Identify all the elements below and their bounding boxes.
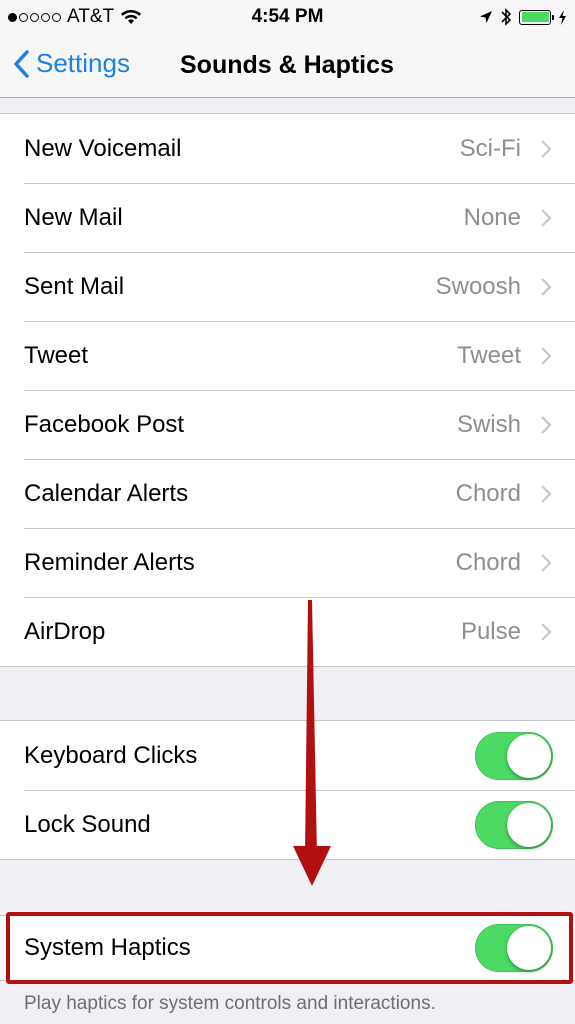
haptics-footnote: Play haptics for system controls and int… (24, 993, 436, 1014)
chevron-right-icon (541, 484, 552, 503)
row-label: Tweet (24, 341, 89, 369)
row-label: Reminder Alerts (24, 548, 195, 576)
row-label: Keyboard Clicks (24, 741, 198, 769)
back-label: Settings (36, 48, 130, 78)
row-value: Tweet (456, 341, 521, 369)
chevron-left-icon (14, 49, 29, 78)
battery-icon (519, 9, 554, 25)
row-label: New Mail (24, 203, 123, 231)
bluetooth-icon (501, 8, 512, 26)
charging-icon (559, 9, 566, 25)
sound-row-new-voicemail[interactable]: New Voicemail Sci-Fi (0, 114, 575, 183)
chevron-right-icon (541, 415, 552, 434)
chevron-right-icon (541, 208, 552, 227)
location-icon (480, 11, 492, 23)
chevron-right-icon (541, 139, 552, 158)
row-label: Calendar Alerts (24, 479, 189, 507)
keyboard-clicks-toggle[interactable] (475, 731, 553, 780)
sound-row-new-mail[interactable]: New Mail None (0, 183, 575, 252)
lock-sound-toggle[interactable] (475, 800, 553, 849)
row-label: Facebook Post (24, 410, 185, 438)
row-value: Sci-Fi (459, 134, 521, 162)
row-label: AirDrop (24, 617, 106, 645)
chevron-right-icon (541, 277, 552, 296)
system-haptics-row: System Haptics (0, 916, 575, 980)
row-value: None (463, 203, 521, 231)
chevron-right-icon (541, 622, 552, 641)
navigation-bar: Settings Sounds & Haptics (0, 36, 575, 98)
sound-row-reminder-alerts[interactable]: Reminder Alerts Chord (0, 528, 575, 597)
row-value: Chord (455, 548, 521, 576)
keyboard-clicks-row: Keyboard Clicks (0, 721, 575, 790)
row-value: Swoosh (435, 272, 521, 300)
row-label: Lock Sound (24, 810, 151, 838)
page-title: Sounds & Haptics (180, 51, 394, 79)
chevron-right-icon (541, 346, 552, 365)
row-value: Pulse (460, 617, 521, 645)
row-value: Swish (456, 410, 521, 438)
row-label: Sent Mail (24, 272, 125, 300)
row-label: System Haptics (24, 934, 191, 961)
sound-row-airdrop[interactable]: AirDrop Pulse (0, 597, 575, 666)
row-value: Chord (455, 479, 521, 507)
sounds-list: New Voicemail Sci-Fi New Mail None Sent … (0, 113, 575, 667)
lock-sound-row: Lock Sound (0, 790, 575, 859)
row-label: New Voicemail (24, 134, 182, 162)
system-haptics-toggle[interactable] (475, 924, 553, 972)
sound-row-sent-mail[interactable]: Sent Mail Swoosh (0, 252, 575, 321)
sound-row-facebook-post[interactable]: Facebook Post Swish (0, 390, 575, 459)
chevron-right-icon (541, 553, 552, 572)
haptics-group: System Haptics (0, 915, 575, 981)
back-button[interactable]: Settings (12, 48, 130, 79)
status-bar: AT&T 4:54 PM (0, 0, 575, 36)
sound-row-calendar-alerts[interactable]: Calendar Alerts Chord (0, 459, 575, 528)
sound-row-tweet[interactable]: Tweet Tweet (0, 321, 575, 390)
toggle-list: Keyboard Clicks Lock Sound (0, 720, 575, 860)
